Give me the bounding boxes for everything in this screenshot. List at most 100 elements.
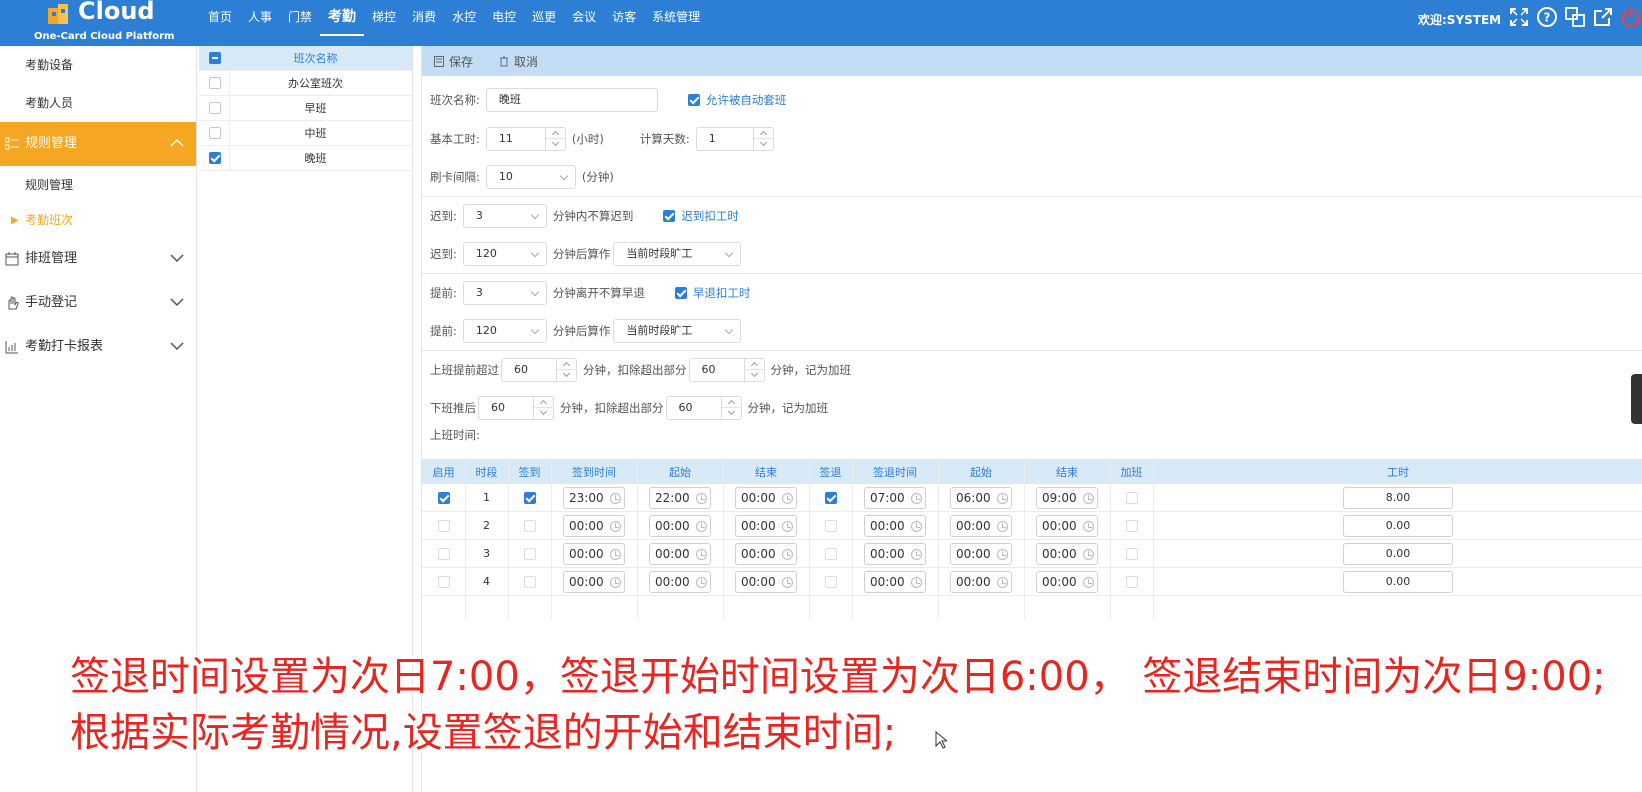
- sidebar-item-rule-manage[interactable]: 规则管理: [0, 166, 196, 204]
- shift-list-item[interactable]: 晚班: [199, 146, 412, 171]
- signout-end-input[interactable]: 00:00: [1036, 542, 1098, 565]
- nav-meeting[interactable]: 会议: [564, 0, 604, 36]
- nav-attendance[interactable]: 考勤: [320, 0, 365, 36]
- overtime-checkbox[interactable]: [1125, 575, 1138, 588]
- swipe-interval-select[interactable]: 10: [485, 165, 576, 189]
- signin-end-input[interactable]: 00:00: [735, 570, 797, 593]
- signin-start-input[interactable]: 00:00: [649, 570, 711, 593]
- switch-icon[interactable]: [1564, 6, 1586, 28]
- nav-visitor[interactable]: 访客: [604, 0, 644, 36]
- signout-time-input[interactable]: 00:00: [864, 542, 926, 565]
- signin-start-input[interactable]: 00:00: [649, 514, 711, 537]
- signout-start-input[interactable]: 00:00: [950, 542, 1012, 565]
- overtime-after-input-2[interactable]: 60: [665, 396, 742, 420]
- shift-name-input[interactable]: 晚班: [485, 88, 658, 112]
- select-all-checkbox[interactable]: [209, 52, 221, 64]
- overtime-checkbox[interactable]: [1125, 491, 1138, 504]
- sidebar-group-manual[interactable]: 手动登记: [0, 281, 196, 325]
- shift-list-item[interactable]: 中班: [199, 121, 412, 146]
- shift-checkbox[interactable]: [209, 127, 221, 139]
- signin-start-input[interactable]: 22:00: [649, 486, 711, 509]
- enable-checkbox[interactable]: [437, 547, 450, 560]
- overtime-checkbox[interactable]: [1125, 547, 1138, 560]
- signin-time-input[interactable]: 00:00: [563, 514, 625, 537]
- signin-checkbox[interactable]: [523, 491, 536, 504]
- signin-checkbox[interactable]: [523, 547, 536, 560]
- signin-end-input[interactable]: 00:00: [735, 514, 797, 537]
- signout-end-input[interactable]: 00:00: [1036, 514, 1098, 537]
- cancel-button[interactable]: 取消: [499, 53, 538, 70]
- signout-start-input[interactable]: 00:00: [950, 570, 1012, 593]
- sidebar-group-report[interactable]: 考勤打卡报表: [0, 325, 196, 369]
- sidebar-group-rules[interactable]: 规则管理: [0, 122, 196, 166]
- fullscreen-icon[interactable]: [1508, 6, 1530, 28]
- late-absent-type-select[interactable]: 当前时段旷工: [613, 242, 742, 266]
- hours-input[interactable]: 0.00: [1343, 542, 1453, 565]
- signin-time-input[interactable]: 23:00: [563, 486, 625, 509]
- hours-input[interactable]: 0.00: [1343, 570, 1453, 593]
- signout-checkbox[interactable]: [824, 575, 837, 588]
- signout-checkbox[interactable]: [824, 519, 837, 532]
- shift-checkbox[interactable]: [209, 102, 221, 114]
- enable-checkbox[interactable]: [437, 519, 450, 532]
- signout-time-input[interactable]: 00:00: [864, 570, 926, 593]
- nav-home[interactable]: 首页: [200, 0, 240, 36]
- number-stepper[interactable]: [752, 128, 774, 150]
- sidebar-item-device[interactable]: 考勤设备: [0, 46, 196, 84]
- power-icon[interactable]: [1620, 6, 1642, 28]
- signin-end-input[interactable]: 00:00: [735, 542, 797, 565]
- signout-start-input[interactable]: 06:00: [950, 486, 1012, 509]
- signin-time-input[interactable]: 00:00: [563, 542, 625, 565]
- nav-access[interactable]: 门禁: [280, 0, 320, 36]
- number-stepper[interactable]: [743, 359, 765, 381]
- early-grace-select[interactable]: 3: [462, 281, 547, 305]
- nav-water[interactable]: 水控: [444, 0, 484, 36]
- signin-start-input[interactable]: 00:00: [649, 542, 711, 565]
- nav-patrol[interactable]: 巡更: [524, 0, 564, 36]
- enable-checkbox[interactable]: [437, 491, 450, 504]
- signout-time-input[interactable]: 07:00: [864, 486, 926, 509]
- auto-assign-checkbox[interactable]: [687, 94, 700, 106]
- enable-checkbox[interactable]: [437, 575, 450, 588]
- number-stepper[interactable]: [533, 397, 554, 419]
- signin-end-input[interactable]: 00:00: [735, 486, 797, 509]
- shift-list-item[interactable]: 办公室班次: [199, 71, 412, 96]
- number-stepper[interactable]: [556, 359, 577, 381]
- hours-input[interactable]: 8.00: [1343, 486, 1453, 509]
- signin-checkbox[interactable]: [523, 519, 536, 532]
- signin-checkbox[interactable]: [523, 575, 536, 588]
- signout-end-input[interactable]: 00:00: [1036, 570, 1098, 593]
- overtime-before-input[interactable]: 60: [501, 358, 577, 382]
- overtime-checkbox[interactable]: [1125, 519, 1138, 532]
- save-button[interactable]: 保存: [434, 53, 473, 70]
- nav-consume[interactable]: 消费: [404, 0, 444, 36]
- early-deduct-checkbox[interactable]: [674, 287, 687, 299]
- late-grace-select[interactable]: 3: [462, 204, 547, 228]
- signout-start-input[interactable]: 00:00: [950, 514, 1012, 537]
- signout-end-input[interactable]: 09:00: [1036, 486, 1098, 509]
- number-stepper[interactable]: [544, 128, 566, 150]
- hours-input[interactable]: 0.00: [1343, 514, 1453, 537]
- late-absent-select[interactable]: 120: [462, 242, 547, 266]
- sidebar-group-schedule[interactable]: 排班管理: [0, 237, 196, 281]
- shift-list-item[interactable]: 早班: [199, 96, 412, 121]
- side-drawer-handle[interactable]: [1631, 374, 1642, 424]
- signout-checkbox[interactable]: [824, 491, 837, 504]
- nav-hr[interactable]: 人事: [240, 0, 280, 36]
- signin-time-input[interactable]: 00:00: [563, 570, 625, 593]
- overtime-after-input[interactable]: 60: [478, 396, 554, 420]
- overtime-before-input-2[interactable]: 60: [688, 358, 765, 382]
- nav-system[interactable]: 系统管理: [644, 0, 708, 36]
- shift-checkbox[interactable]: [209, 77, 221, 89]
- early-absent-select[interactable]: 120: [462, 319, 547, 343]
- shift-checkbox[interactable]: [209, 152, 221, 164]
- signout-time-input[interactable]: 00:00: [864, 514, 926, 537]
- late-deduct-checkbox[interactable]: [663, 210, 676, 222]
- signout-checkbox[interactable]: [824, 547, 837, 560]
- external-link-icon[interactable]: [1592, 6, 1614, 28]
- early-absent-type-select[interactable]: 当前时段旷工: [613, 319, 742, 343]
- help-icon[interactable]: ?: [1536, 6, 1558, 28]
- sidebar-item-staff[interactable]: 考勤人员: [0, 84, 196, 122]
- base-hours-input[interactable]: 11: [485, 127, 566, 151]
- nav-elevator[interactable]: 梯控: [364, 0, 404, 36]
